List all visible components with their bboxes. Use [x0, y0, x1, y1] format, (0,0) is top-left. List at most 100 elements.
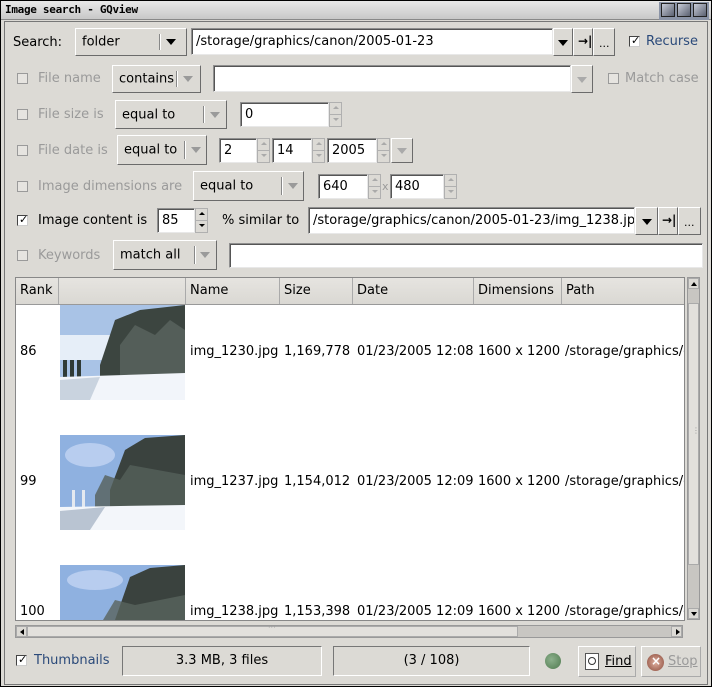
file-name-checkbox[interactable]	[17, 73, 28, 84]
scroll-up-arrow-icon[interactable]	[688, 278, 699, 289]
file-size-input[interactable]: 0	[240, 102, 329, 127]
search-path-input[interactable]: /storage/graphics/canon/2005-01-23	[191, 28, 553, 55]
result-row[interactable]: 99 img_1237.jpg 1,154,012 01/23/2005 12:…	[16, 435, 684, 565]
image-content-checkbox[interactable]: ✓	[17, 213, 29, 226]
height-spinner[interactable]	[444, 174, 457, 199]
file-size-checkbox[interactable]	[17, 109, 28, 120]
vertical-scroll-thumb[interactable]: ⋮	[688, 303, 700, 565]
dimensions-checkbox[interactable]	[17, 181, 28, 192]
maximize-button[interactable]	[677, 3, 691, 17]
name-cell: img_1230.jpg	[190, 344, 279, 359]
column-header-dimensions[interactable]: Dimensions	[474, 278, 562, 304]
chevron-down-icon	[288, 183, 298, 189]
day-spinner[interactable]	[312, 138, 325, 163]
tab-arrow-icon: →|	[662, 213, 677, 227]
spin-down-icon[interactable]	[378, 151, 389, 163]
results-list[interactable]: Rank Name Size Date Dimensions Path 86 i…	[15, 277, 685, 621]
width-spinner[interactable]	[368, 174, 381, 199]
search-scope-combo[interactable]: folder	[75, 28, 187, 56]
path-cell: /storage/graphics/c	[565, 344, 685, 359]
results-vertical-scrollbar[interactable]: ⋮	[687, 277, 700, 620]
title-bar[interactable]: Image search - GQview	[1, 1, 711, 20]
file-date-mode-combo[interactable]: equal to	[117, 135, 207, 165]
file-size-spinner[interactable]	[329, 102, 342, 127]
scroll-left-arrow-icon[interactable]	[16, 626, 27, 637]
size-cell: 1,169,778	[284, 344, 351, 359]
scroll-down-arrow-icon[interactable]	[688, 608, 699, 619]
spin-down-icon[interactable]	[330, 115, 341, 127]
similarity-percent-input[interactable]: 85	[157, 208, 195, 233]
column-header-size[interactable]: Size	[280, 278, 353, 304]
snow-sky-thumbnail	[60, 565, 185, 620]
similar-tab-complete-button[interactable]: →|	[658, 207, 678, 235]
scroll-right-arrow-icon[interactable]	[671, 626, 682, 637]
year-spinner[interactable]	[377, 138, 390, 163]
file-date-checkbox[interactable]	[17, 145, 28, 156]
browse-image-button[interactable]: ...	[678, 207, 701, 235]
column-header-path[interactable]: Path	[562, 278, 684, 304]
file-size-mode-combo[interactable]: equal to	[115, 100, 227, 129]
spin-up-icon[interactable]	[445, 175, 456, 187]
horizontal-scroll-thumb[interactable]: ···	[27, 623, 518, 637]
stop-button[interactable]: × Stop	[641, 646, 701, 677]
dimensions-mode-combo[interactable]: equal to	[193, 171, 304, 201]
column-header-name[interactable]: Name	[186, 278, 280, 304]
spin-up-icon[interactable]	[369, 175, 380, 187]
match-case-checkbox[interactable]	[608, 73, 619, 84]
recurse-checkbox[interactable]: ✓	[629, 34, 640, 47]
spin-up-icon[interactable]	[258, 139, 269, 151]
date-cell: 01/23/2005 12:09	[357, 474, 474, 489]
results-horizontal-scrollbar[interactable]: ···	[15, 623, 683, 638]
path-cell: /storage/graphics/c	[565, 604, 685, 619]
column-header-rank[interactable]: Rank	[16, 278, 59, 304]
close-button[interactable]	[693, 3, 707, 17]
month-spinner[interactable]	[257, 138, 270, 163]
column-header-date[interactable]: Date	[353, 278, 474, 304]
file-name-history-button[interactable]	[571, 65, 593, 93]
check-icon: ✓	[19, 213, 29, 226]
result-row[interactable]: 86 img_1230.jpg 1,169,778 01/23/2005 12:…	[16, 305, 684, 435]
spin-down-icon[interactable]	[258, 151, 269, 163]
similar-path-history-button[interactable]	[635, 207, 658, 235]
chevron-down-icon	[558, 40, 568, 46]
keywords-checkbox[interactable]	[17, 250, 28, 261]
file-date-day-input[interactable]: 14	[272, 138, 312, 163]
file-name-input[interactable]	[213, 65, 571, 92]
keywords-input[interactable]	[229, 243, 703, 268]
spin-down-icon[interactable]	[313, 151, 324, 163]
chevron-down-icon	[642, 219, 652, 225]
spin-up-icon[interactable]	[196, 209, 207, 221]
thumbnail-image	[60, 565, 185, 620]
keywords-label: Keywords	[38, 248, 101, 263]
search-path-history-button[interactable]	[553, 28, 573, 56]
spin-down-icon[interactable]	[196, 221, 207, 233]
file-name-mode-combo[interactable]: contains	[112, 65, 201, 93]
dimensions-height-input[interactable]: 480	[390, 174, 444, 199]
spin-down-icon[interactable]	[445, 187, 456, 199]
similar-image-path-input[interactable]: /storage/graphics/canon/2005-01-23/img_1…	[308, 207, 635, 234]
iconify-button[interactable]	[661, 3, 675, 17]
browse-folder-button[interactable]: ...	[593, 28, 615, 56]
window-controls	[659, 2, 709, 20]
find-magnifier-icon	[585, 653, 599, 670]
spin-up-icon[interactable]	[378, 139, 389, 151]
result-row[interactable]: 100 img_1238.jpg 1,153,398 01/23/2005 12…	[16, 565, 685, 620]
thumbnails-checkbox[interactable]: ✓	[16, 653, 28, 666]
spin-up-icon[interactable]	[313, 139, 324, 151]
image-content-label: Image content is	[38, 213, 148, 228]
dimensions-width-input[interactable]: 640	[318, 174, 368, 199]
spin-down-icon[interactable]	[369, 187, 380, 199]
find-button[interactable]: Find	[578, 646, 636, 677]
keywords-mode-combo[interactable]: match all	[113, 240, 217, 270]
similarity-spinner[interactable]	[195, 208, 208, 233]
combo-separator	[194, 246, 195, 264]
calendar-dropdown-button[interactable]	[391, 138, 413, 163]
column-header-thumbnail[interactable]	[59, 278, 186, 304]
chevron-down-icon	[166, 39, 176, 45]
stop-icon: ×	[647, 654, 664, 671]
spin-up-icon[interactable]	[330, 103, 341, 115]
file-date-month-input[interactable]: 2	[219, 138, 257, 163]
tab-complete-button[interactable]: →|	[573, 28, 593, 56]
check-icon: ✓	[18, 653, 28, 666]
file-date-year-input[interactable]: 2005	[327, 138, 377, 163]
